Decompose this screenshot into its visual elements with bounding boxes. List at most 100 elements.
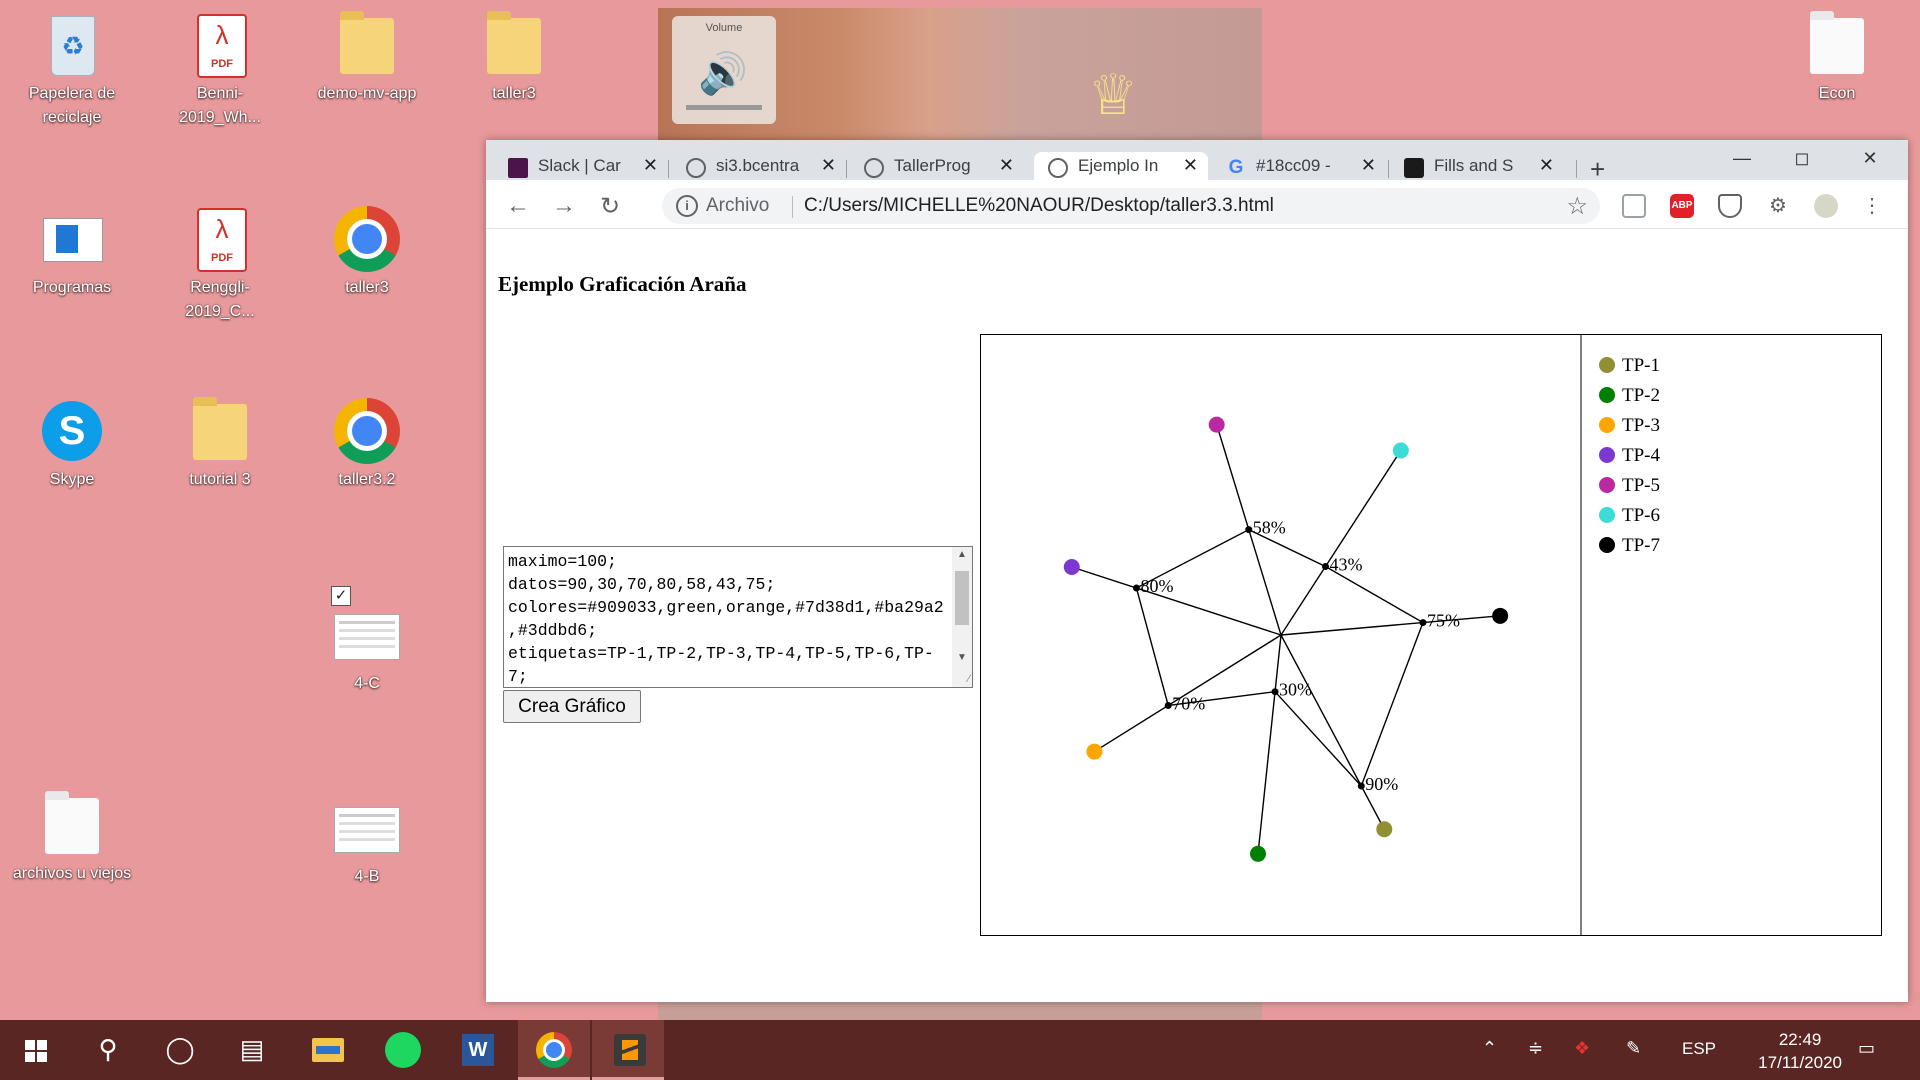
tab-fills[interactable]: Fills and S ✕ [1390, 152, 1564, 184]
desktop-icon-taller3-2[interactable]: taller3.2 [307, 396, 427, 492]
shield-icon[interactable] [1718, 194, 1742, 218]
browser-window: Slack | Car ✕ si3.bcentra ✕ TallerProg ✕… [486, 140, 1908, 1002]
word-icon: W [462, 1034, 494, 1066]
sublime-icon [614, 1034, 646, 1066]
chart-config-textarea[interactable] [503, 546, 973, 688]
close-tab-icon[interactable]: ✕ [1183, 155, 1198, 176]
chrome-icon [334, 398, 400, 464]
avatar-icon[interactable] [1814, 194, 1838, 218]
desktop-icon-4c[interactable]: 4-C [307, 600, 427, 696]
tab-divider [1576, 160, 1577, 178]
wallpaper-photo-bottom [658, 1000, 1262, 1020]
show-hidden-icons-chevron-icon[interactable]: ⌃ [1482, 1038, 1497, 1059]
file-explorer-icon [312, 1038, 344, 1062]
desktop-icon-taller3-chrome[interactable]: taller3 [307, 204, 427, 300]
taskbar-spotify[interactable] [366, 1020, 438, 1080]
desktop-icon-programas[interactable]: Programas [12, 204, 132, 300]
chart-frame [980, 334, 1882, 936]
programs-icon [43, 218, 103, 262]
close-tab-icon[interactable]: ✕ [1361, 155, 1376, 176]
wallpaper-photo: Volume 🔊 ♕ [658, 8, 1262, 140]
cortana-button[interactable]: ◯ [144, 1020, 216, 1080]
tab-slack[interactable]: Slack | Car ✕ [494, 152, 668, 184]
taskbar-word[interactable]: W [440, 1020, 512, 1080]
desktop-icon-label: Papelera de reciclaje [28, 85, 116, 126]
tab-ejemplo-active[interactable]: Ejemplo In ✕ [1034, 152, 1208, 184]
dropbox-icon[interactable]: ❖ [1574, 1038, 1590, 1059]
pen-icon[interactable]: ✎ [1626, 1038, 1641, 1059]
puzzle-icon[interactable]: ⚙ [1766, 194, 1790, 218]
search-button[interactable]: ⚲ [72, 1020, 144, 1080]
globe-icon [686, 158, 706, 178]
close-tab-icon[interactable]: ✕ [821, 155, 836, 176]
spotify-icon [385, 1032, 421, 1068]
tab-si3[interactable]: si3.bcentra ✕ [672, 152, 846, 184]
desktop-icon-recycle-bin[interactable]: ♻ Papelera de reciclaje [12, 10, 132, 130]
url-text[interactable]: C:/Users/MICHELLE%20NAOUR/Desktop/taller… [804, 195, 1274, 217]
resize-grip-icon[interactable]: ∕ [968, 673, 970, 685]
scroll-up-arrow-icon[interactable]: ▲ [957, 549, 967, 560]
network-icon[interactable]: ≑ [1528, 1038, 1543, 1059]
pocket-icon[interactable] [1622, 194, 1646, 218]
bookmark-star-icon[interactable]: ☆ [1566, 192, 1588, 221]
desktop-icon-label: Programas [32, 279, 112, 296]
legend-swatch-tp-5 [1599, 477, 1615, 493]
back-arrow-icon[interactable]: ← [506, 192, 530, 220]
close-tab-icon[interactable]: ✕ [1539, 155, 1554, 176]
taskbar-sublime[interactable] [592, 1020, 664, 1080]
folder-icon [193, 397, 247, 460]
desktop-icon-skype[interactable]: S Skype [12, 396, 132, 492]
chrome-icon [334, 206, 400, 272]
clock-date: 17/11/2020 [1758, 1053, 1842, 1072]
tab-google-color[interactable]: G #18cc09 - ✕ [1212, 152, 1386, 184]
close-tab-icon[interactable]: ✕ [999, 155, 1014, 176]
radar-data-point-tp-2 [1271, 688, 1279, 696]
new-tab-button[interactable]: + [1590, 154, 1605, 185]
address-bar[interactable]: i Archivo C:/Users/MICHELLE%20NAOUR/Desk… [662, 188, 1600, 224]
reload-icon[interactable]: ↻ [600, 192, 620, 221]
legend-swatch-tp-3 [1599, 417, 1615, 433]
desktop-icon-demo-mv-app[interactable]: demo-mv-app [307, 10, 427, 106]
forward-arrow-icon[interactable]: → [552, 192, 576, 220]
taskbar-file-explorer[interactable] [292, 1020, 364, 1080]
scroll-down-arrow-icon[interactable]: ▼ [957, 652, 967, 663]
desktop-icon-label: Benni-2019_Wh... [179, 85, 261, 126]
create-chart-button[interactable]: Crea Gráfico [503, 690, 641, 723]
desktop-icon-archivos-viejos[interactable]: archivos u viejos [12, 790, 132, 886]
desktop-icon-econ[interactable]: Econ [1777, 10, 1897, 106]
language-indicator[interactable]: ESP [1682, 1039, 1716, 1059]
task-view-icon: ▤ [239, 1034, 265, 1064]
legend-label-tp-2: TP-2 [1622, 385, 1660, 406]
desktop-icon-tutorial3[interactable]: tutorial 3 [160, 396, 280, 492]
radar-axis-marker-tp-7 [1492, 607, 1509, 624]
legend-label-tp-1: TP-1 [1622, 355, 1660, 376]
scroll-thumb[interactable] [955, 571, 969, 625]
close-tab-icon[interactable]: ✕ [643, 155, 658, 176]
desktop-icon-4b[interactable]: 4-B [307, 793, 427, 889]
maximize-button[interactable]: ◻ [1782, 148, 1822, 169]
tab-title: #18cc09 - [1256, 156, 1331, 175]
info-icon[interactable]: i [676, 195, 698, 217]
minimize-button[interactable]: — [1722, 148, 1762, 169]
notifications-icon[interactable]: ▭ [1858, 1038, 1875, 1059]
desktop-icon-pdf-benni[interactable]: λ PDF Benni-2019_Wh... [160, 10, 280, 130]
textarea-scrollbar[interactable]: ▲ ▼ ∕ [952, 547, 972, 687]
desktop-icon-pdf-renggli[interactable]: λ PDF Renggli-2019_C... [160, 204, 280, 324]
task-view-button[interactable]: ▤ [216, 1020, 288, 1080]
start-button[interactable] [0, 1020, 72, 1080]
browser-toolbar: ← → ↻ i Archivo C:/Users/MICHELLE%20NAOU… [486, 184, 1908, 229]
tab-tallerprog[interactable]: TallerProg ✕ [850, 152, 1024, 184]
menu-icon[interactable]: ⋮ [1860, 194, 1884, 218]
taskbar-chrome[interactable] [518, 1020, 590, 1080]
desktop-icon-taller3-folder[interactable]: taller3 [454, 10, 574, 106]
desktop-icon-label: Skype [49, 471, 95, 488]
search-icon: ⚲ [98, 1034, 118, 1064]
clock[interactable]: 22:49 17/11/2020 [1758, 1028, 1842, 1074]
desktop-icon-label: taller3.2 [338, 471, 396, 488]
radar-value-label: 30% [1279, 680, 1312, 700]
slack-icon [508, 158, 528, 178]
close-window-button[interactable]: ✕ [1850, 148, 1890, 169]
adblock-plus-icon[interactable]: ABP [1670, 194, 1694, 218]
pdf-icon: λ PDF [197, 208, 247, 272]
tab-title: Slack | Car [538, 156, 621, 175]
